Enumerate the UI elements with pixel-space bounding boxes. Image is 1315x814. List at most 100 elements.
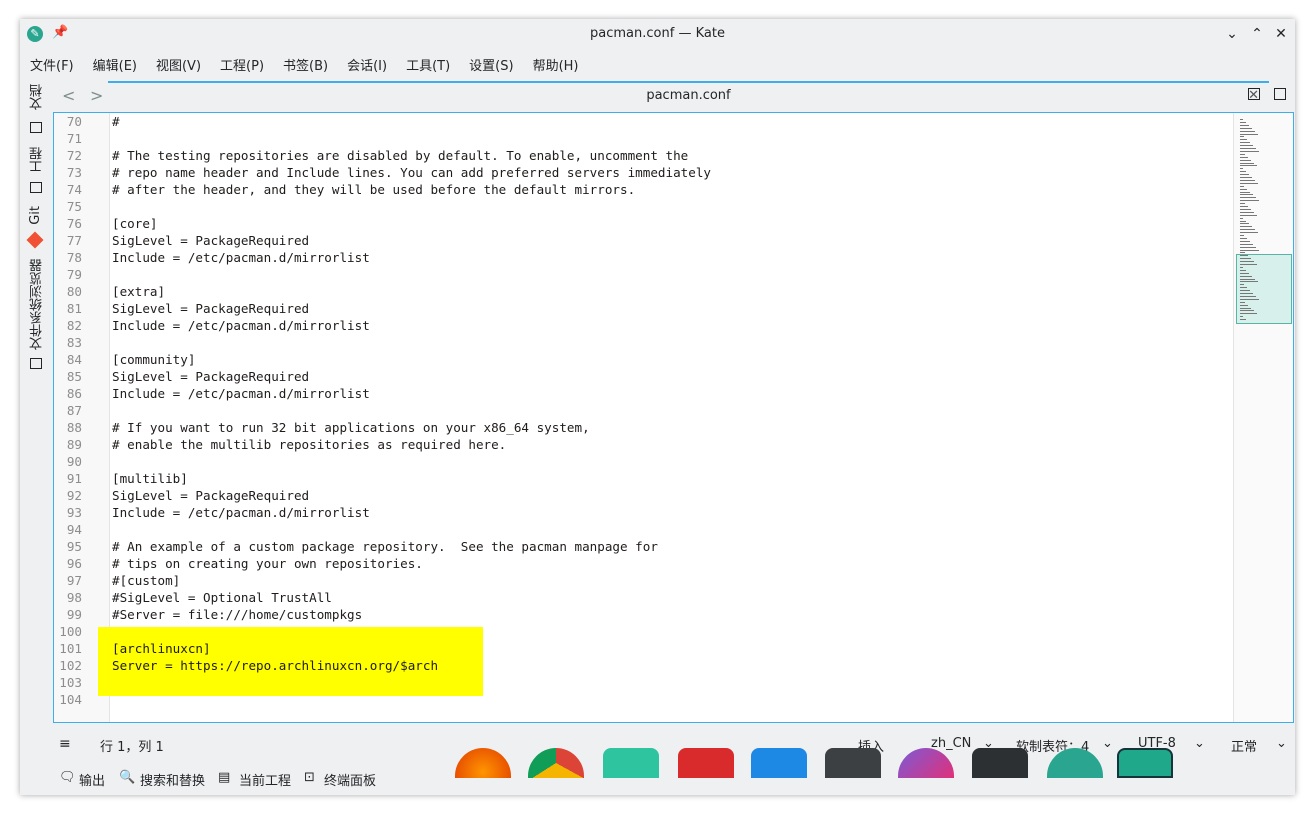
code-line[interactable]: 89 # enable the multilib repositories as … [54,436,1234,453]
line-number: 96 [66,556,82,571]
editor-area[interactable]: 70 #71 72 # The testing repositories are di… [53,112,1294,723]
minimap-line [1240,278,1255,280]
netease-music-icon[interactable] [678,748,734,778]
code-line[interactable]: 87 [54,402,1234,419]
menu-sessions[interactable]: 会话(I) [347,56,387,78]
close-button[interactable]: ✕ [1272,25,1290,43]
line-number: 73 [66,165,82,180]
line-text: #Server = file:///home/custompkgs [112,607,363,622]
code-line[interactable]: 96 # tips on creating your own repositori… [54,555,1234,572]
code-line[interactable]: 103 [54,674,1234,691]
line-text: # after the header, and they will be use… [112,182,636,197]
menu-bookmarks[interactable]: 书签(B) [283,56,328,78]
menu-tools[interactable]: 工具(T) [406,56,450,78]
code-line[interactable]: 71 [54,130,1234,147]
search-replace-button[interactable]: 搜索和替换 [140,770,205,789]
code-line[interactable]: 84 [community] [54,351,1234,368]
code-line[interactable]: 99 #Server = file:///home/custompkgs [54,606,1234,623]
code-line[interactable]: 80 [extra] [54,283,1234,300]
chevron-down-icon[interactable]: ⌄ [1102,736,1113,751]
menu-project[interactable]: 工程(P) [220,56,264,78]
code-line[interactable]: 81 SigLevel = PackageRequired [54,300,1234,317]
code-line[interactable]: 104 [54,691,1234,708]
code-line[interactable]: 97 #[custom] [54,572,1234,589]
line-text: # enable the multilib repositories as re… [112,437,507,452]
code-line[interactable]: 98 #SigLevel = Optional TrustAll [54,589,1234,606]
minimap-line [1240,142,1250,144]
back-button[interactable]: < [62,86,75,105]
cursor-position[interactable]: 行 1，列 1 [100,736,164,755]
menu-lines-icon[interactable]: ≡ [59,736,71,752]
code-line[interactable]: 93 Include = /etc/pacman.d/mirrorlist [54,504,1234,521]
code-line[interactable]: 78 Include = /etc/pacman.d/mirrorlist [54,249,1234,266]
code-line[interactable]: 95 # An example of a custom package repos… [54,538,1234,555]
line-number: 76 [66,216,82,231]
new-tab-icon[interactable] [1248,88,1260,100]
menu-view[interactable]: 视图(V) [156,56,201,78]
sidebar-tab-git[interactable]: Git [28,206,43,225]
sidebar-tab-filesystem[interactable]: 文件系统浏览器 [28,259,47,350]
current-project-button[interactable]: 当前工程 [239,770,291,789]
menu-edit[interactable]: 编辑(E) [93,56,137,78]
view-mode-select[interactable]: 正常 [1231,736,1257,755]
app-dark-icon[interactable] [972,748,1028,778]
minimap-line [1240,188,1247,190]
code-line[interactable]: 100 [54,623,1234,640]
line-number: 87 [66,403,82,418]
code-line[interactable]: 94 [54,521,1234,538]
code-line[interactable]: 102 Server = https://repo.archlinuxcn.org… [54,657,1234,674]
chevron-down-icon[interactable]: ⌄ [1276,736,1287,751]
minimap-line [1240,197,1256,199]
code-line[interactable]: 74 # after the header, and they will be u… [54,181,1234,198]
line-number: 84 [66,352,82,367]
menu-file[interactable]: 文件(F) [30,56,74,78]
forward-button[interactable]: > [90,86,103,105]
code-line[interactable]: 76 [core] [54,215,1234,232]
code-line[interactable]: 90 [54,453,1234,470]
code-line[interactable]: 88 # If you want to run 32 bit applicatio… [54,419,1234,436]
line-text: [archlinuxcn] [112,641,211,656]
chevron-down-icon[interactable]: ⌄ [1194,736,1205,751]
maximize-button[interactable]: ⌃ [1248,25,1266,43]
projects-icon [30,182,42,193]
sidebar-tab-projects[interactable]: 工程 [28,147,47,173]
minimap-line [1240,217,1243,219]
code-line[interactable]: 92 SigLevel = PackageRequired [54,487,1234,504]
code-line[interactable]: 75 [54,198,1234,215]
code-line[interactable]: 85 SigLevel = PackageRequired [54,368,1234,385]
sidebar-tab-documents[interactable]: 文档 [28,84,47,110]
code-line[interactable]: 72 # The testing repositories are disable… [54,147,1234,164]
terminal-app-icon[interactable] [825,748,881,778]
minimap-line [1240,229,1255,231]
app-blue-icon[interactable] [751,748,807,778]
code-line[interactable]: 79 [54,266,1234,283]
minimize-button[interactable]: ⌄ [1223,25,1241,43]
code-line[interactable]: 70 # [54,113,1234,130]
documents-icon [30,122,42,133]
menu-help[interactable]: 帮助(H) [533,56,579,78]
minimap[interactable] [1233,113,1293,722]
minimap-line [1240,171,1246,173]
line-number: 99 [66,607,82,622]
screenshot-app-icon[interactable] [1117,748,1173,778]
tab-pacman-conf[interactable]: pacman.conf ✕ [108,81,1269,111]
folder-icon[interactable] [603,748,659,778]
line-number: 95 [66,539,82,554]
line-text: SigLevel = PackageRequired [112,233,310,248]
terminal-panel-button[interactable]: 终端面板 [324,770,376,789]
minimap-line [1240,153,1245,155]
minimap-line [1240,206,1248,207]
code-line[interactable]: 82 Include = /etc/pacman.d/mirrorlist [54,317,1234,334]
code-line[interactable]: 73 # repo name header and Include lines. … [54,164,1234,181]
code-line[interactable]: 101 [archlinuxcn] [54,640,1234,657]
git-icon [26,231,44,249]
output-button[interactable]: 输出 [79,770,105,789]
code-line[interactable]: 83 [54,334,1234,351]
code-line[interactable]: 91 [multilib] [54,470,1234,487]
code-line[interactable]: 86 Include = /etc/pacman.d/mirrorlist [54,385,1234,402]
code-line[interactable]: 77 SigLevel = PackageRequired [54,232,1234,249]
language-select[interactable]: zh_CN [931,736,971,751]
line-text: [core] [112,216,158,231]
split-view-icon[interactable] [1274,88,1286,100]
menu-settings[interactable]: 设置(S) [469,56,513,78]
